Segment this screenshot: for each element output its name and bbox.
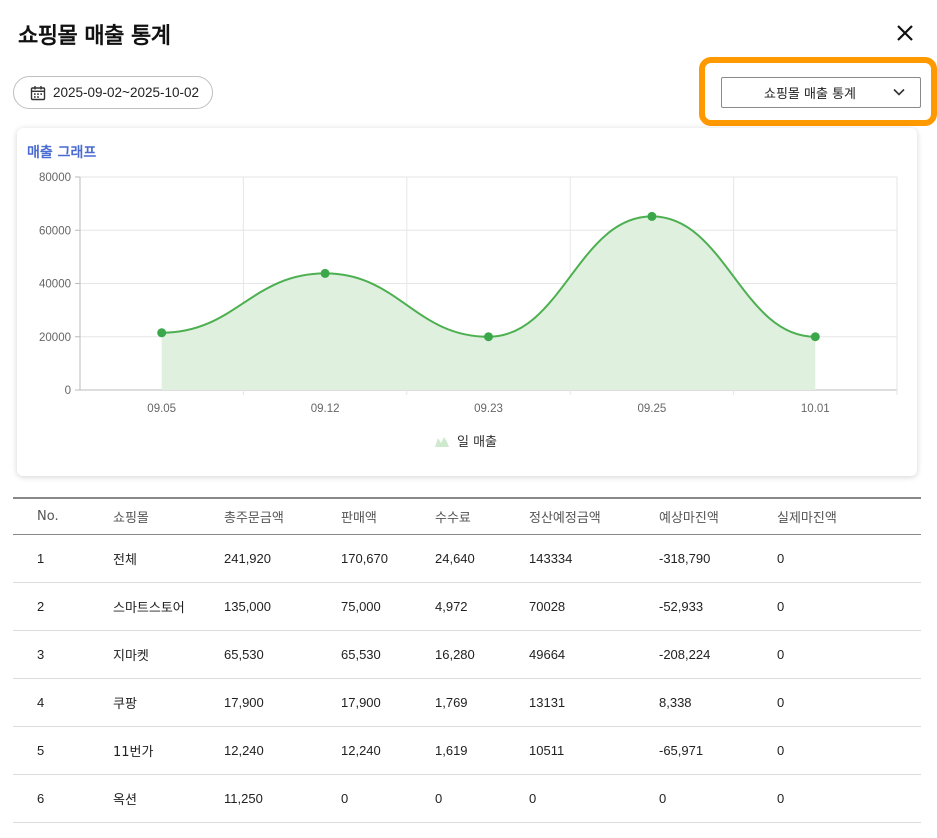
cell-actual-margin: 0 (777, 582, 921, 631)
x-tick-label: 09.25 (638, 403, 667, 415)
col-sales: 판매액 (341, 497, 435, 535)
chart-card: 매출 그래프 0 20000 40000 60000 80000 09.05 09.12 09… (17, 128, 917, 476)
page-title: 쇼핑몰 매출 통계 (18, 24, 171, 49)
data-point (647, 211, 657, 221)
col-settlement: 정산예정금액 (529, 497, 659, 535)
data-point (484, 332, 493, 342)
cell-actual-margin: 0 (777, 534, 921, 583)
sales-table: No. 쇼핑몰 총주문금액 판매액 수수료 정산예정금액 예상마진액 실제마진액… (13, 497, 921, 823)
col-mall: 쇼핑몰 (113, 497, 224, 535)
cell-no: 2 (13, 582, 113, 631)
cell-total-order: 17,900 (224, 678, 341, 727)
y-tick-label: 0 (65, 385, 71, 397)
cell-settlement: 49664 (529, 630, 659, 679)
cell-settlement: 143334 (529, 534, 659, 583)
table-row[interactable]: 4 쿠팡 17,900 17,900 1,769 13131 8,338 0 (13, 678, 921, 727)
cell-fee: 4,972 (435, 582, 529, 631)
x-tick-label: 10.01 (801, 403, 830, 415)
legend-area-icon (435, 436, 449, 447)
y-tick-label: 40000 (39, 279, 71, 291)
table-row[interactable]: 1 전체 241,920 170,670 24,640 143334 -318,… (13, 534, 921, 583)
cell-sales: 170,670 (341, 534, 435, 583)
col-fee: 수수료 (435, 497, 529, 535)
cell-actual-margin: 0 (777, 630, 921, 679)
cell-expected-margin: 8,338 (659, 678, 777, 727)
col-no: No. (13, 497, 113, 535)
cell-expected-margin: -318,790 (659, 534, 777, 583)
cell-actual-margin: 0 (777, 726, 921, 775)
close-icon (897, 25, 913, 41)
cell-expected-margin: -65,971 (659, 726, 777, 775)
cell-mall: 쿠팡 (113, 678, 224, 727)
table-row[interactable]: 5 11번가 12,240 12,240 1,619 10511 -65,971… (13, 726, 921, 775)
table-row[interactable]: 2 스마트스토어 135,000 75,000 4,972 70028 -52,… (13, 582, 921, 631)
close-button[interactable] (890, 18, 920, 48)
col-total-order: 총주문금액 (224, 497, 341, 535)
x-tick-label: 09.23 (474, 403, 503, 415)
cell-settlement: 70028 (529, 582, 659, 631)
cell-settlement: 13131 (529, 678, 659, 727)
series-area (161, 216, 816, 390)
col-actual-margin: 실제마진액 (777, 497, 921, 535)
table-header-row: No. 쇼핑몰 총주문금액 판매액 수수료 정산예정금액 예상마진액 실제마진액 (13, 497, 921, 535)
stats-type-select[interactable]: 쇼핑몰 매출 통계 (721, 77, 921, 108)
sales-chart: 0 20000 40000 60000 80000 09.05 09.12 09.23 09.2… (39, 172, 898, 415)
cell-fee: 0 (435, 774, 529, 823)
select-value: 쇼핑몰 매출 통계 (764, 87, 856, 102)
y-tick-label: 20000 (39, 332, 71, 344)
cell-mall: 지마켓 (113, 630, 224, 679)
cell-actual-margin: 0 (777, 678, 921, 727)
cell-fee: 1,769 (435, 678, 529, 727)
cell-no: 3 (13, 630, 113, 679)
cell-actual-margin: 0 (777, 774, 921, 823)
date-range-text: 2025-09-02~2025-10-02 (53, 85, 199, 100)
cell-fee: 1,619 (435, 726, 529, 775)
table-row[interactable]: 6 옥션 11,250 0 0 0 0 0 (13, 774, 921, 823)
data-point (157, 328, 167, 338)
y-tick-label: 60000 (39, 225, 71, 237)
data-point (810, 332, 820, 342)
cell-no: 6 (13, 774, 113, 823)
cell-sales: 75,000 (341, 582, 435, 631)
table-row[interactable]: 3 지마켓 65,530 65,530 16,280 49664 -208,22… (13, 630, 921, 679)
cell-sales: 65,530 (341, 630, 435, 679)
cell-no: 1 (13, 534, 113, 583)
cell-fee: 24,640 (435, 534, 529, 583)
cell-total-order: 241,920 (224, 534, 341, 583)
legend-label: 일 매출 (457, 435, 498, 450)
cell-mall: 옥션 (113, 774, 224, 823)
cell-total-order: 65,530 (224, 630, 341, 679)
chart-legend[interactable]: 일 매출 (435, 431, 497, 450)
y-tick-label: 80000 (39, 172, 71, 184)
x-tick-label: 09.05 (147, 403, 176, 415)
cell-expected-margin: -52,933 (659, 582, 777, 631)
cell-settlement: 10511 (529, 726, 659, 775)
cell-mall: 11번가 (113, 726, 224, 775)
cell-sales: 12,240 (341, 726, 435, 775)
cell-no: 4 (13, 678, 113, 727)
col-expected-margin: 예상마진액 (659, 497, 777, 535)
data-point (320, 268, 330, 278)
cell-no: 5 (13, 726, 113, 775)
chevron-down-icon (893, 88, 905, 96)
calendar-icon (30, 85, 46, 100)
cell-sales: 17,900 (341, 678, 435, 727)
cell-total-order: 11,250 (224, 774, 341, 823)
cell-total-order: 135,000 (224, 582, 341, 631)
cell-settlement: 0 (529, 774, 659, 823)
cell-mall: 스마트스토어 (113, 582, 224, 631)
cell-expected-margin: -208,224 (659, 630, 777, 679)
cell-total-order: 12,240 (224, 726, 341, 775)
cell-sales: 0 (341, 774, 435, 823)
date-range-picker[interactable]: 2025-09-02~2025-10-02 (13, 76, 213, 109)
cell-fee: 16,280 (435, 630, 529, 679)
cell-mall: 전체 (113, 534, 224, 583)
x-tick-label: 09.12 (311, 403, 340, 415)
cell-expected-margin: 0 (659, 774, 777, 823)
